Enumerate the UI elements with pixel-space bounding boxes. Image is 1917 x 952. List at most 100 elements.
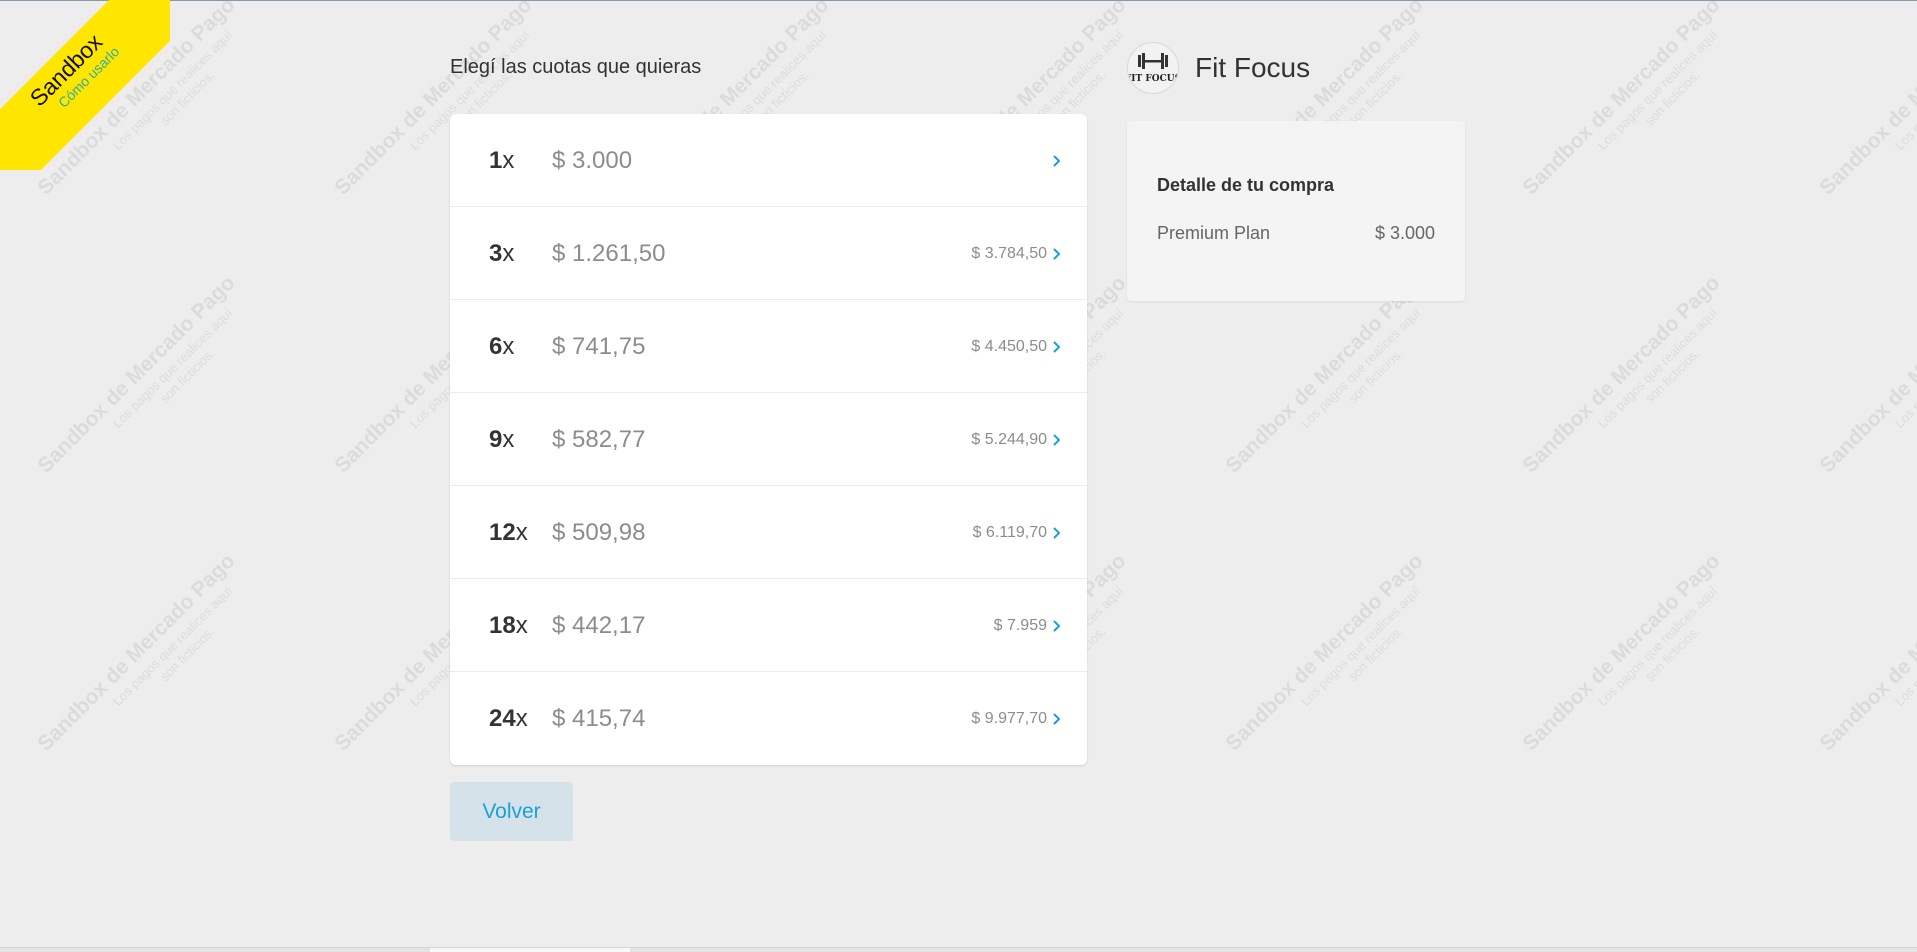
- summary-item-name: Premium Plan: [1157, 223, 1271, 243]
- watermark-tile: Sandbox de Mercado PagoLos pagos que rea…: [1507, 538, 1804, 835]
- watermark-tile: Sandbox de Mercado PagoLos pagos que rea…: [1804, 260, 1917, 557]
- watermark-tile: Sandbox de Mercado PagoLos pagos que rea…: [1210, 260, 1507, 557]
- watermark-line: son ficticios.: [1883, 289, 1917, 463]
- installment-count-suffix: x: [515, 519, 528, 546]
- watermark-title: Sandbox de Mercado Pago: [1815, 271, 1917, 478]
- installments-title: Elegí las cuotas que quieras: [450, 56, 702, 78]
- installment-amount: $ 582,77: [552, 426, 646, 453]
- installment-amount: $ 415,74: [552, 705, 646, 732]
- watermark-line: son ficticios.: [1641, 345, 1703, 407]
- installment-total: $ 7.959: [993, 617, 1047, 634]
- chevron-right-icon: [1053, 620, 1060, 632]
- watermark-line: son ficticios.: [156, 623, 218, 685]
- installment-option[interactable]: 9x $ 582,77 $ 5.244,90: [450, 393, 1087, 486]
- installment-count-suffix: x: [515, 612, 528, 639]
- installment-count: 1x: [489, 147, 514, 175]
- installment-amount: $ 1.261,50: [552, 240, 666, 267]
- purchase-summary-card: Detalle de tu compra Premium Plan $ 3.00…: [1127, 121, 1465, 301]
- chevron-right-icon: [1053, 527, 1060, 539]
- watermark-tile: Sandbox de Mercado PagoLos pagos que rea…: [1804, 538, 1917, 835]
- installment-count-suffix: x: [502, 147, 515, 174]
- installment-option[interactable]: 24x $ 415,74 $ 9.977,70: [450, 672, 1087, 765]
- installment-amount: $ 509,98: [552, 519, 646, 546]
- watermark-line: son ficticios.: [1641, 67, 1703, 129]
- installment-count-suffix: x: [502, 333, 515, 360]
- watermark-title: Sandbox de Mercado Pago: [1518, 549, 1725, 756]
- installment-count-number: 1: [489, 147, 503, 174]
- installment-count-number: 12: [489, 519, 516, 546]
- installment-option[interactable]: 6x $ 741,75 $ 4.450,50: [450, 300, 1087, 393]
- watermark-line: Los pagos que realices aquí: [1891, 27, 1917, 153]
- bottom-scrollbar-track: [0, 947, 1917, 952]
- watermark-line: son ficticios.: [1641, 623, 1703, 685]
- watermark-title: Sandbox de Mercado Pago: [1221, 549, 1428, 756]
- bottom-scrollbar-thumb[interactable]: [430, 948, 630, 952]
- watermark-line: son ficticios.: [1883, 11, 1917, 185]
- chevron-right-icon: [1053, 248, 1060, 260]
- watermark-title: Sandbox de Mercado Pago: [33, 549, 240, 756]
- installment-count-number: 3: [489, 240, 503, 267]
- installment-option[interactable]: 12x $ 509,98 $ 6.119,70: [450, 486, 1087, 579]
- sandbox-ribbon: Sandbox Cómo usarlo: [0, 0, 170, 170]
- installment-count-suffix: x: [502, 240, 515, 267]
- summary-item-price: $ 3.000: [1374, 223, 1435, 243]
- watermark-line: Los pagos que realices aquí: [1594, 583, 1721, 709]
- chevron-right-icon: [1053, 713, 1060, 725]
- watermark-tile: Sandbox de Mercado PagoLos pagos que rea…: [22, 538, 319, 835]
- installment-count: 3x: [489, 240, 514, 268]
- installment-total: $ 5.244,90: [971, 431, 1047, 448]
- watermark-tile: Sandbox de Mercado PagoLos pagos que rea…: [1507, 0, 1804, 278]
- installment-total: $ 4.450,50: [971, 338, 1047, 355]
- watermark-line: Los pagos que realices aquí: [1594, 305, 1721, 431]
- watermark-title: Sandbox de Mercado Pago: [1815, 0, 1917, 200]
- installment-count-number: 9: [489, 426, 503, 453]
- watermark-tile: Sandbox de Mercado PagoLos pagos que rea…: [22, 260, 319, 557]
- installment-count: 6x: [489, 333, 514, 361]
- watermark-line: Los pagos que realices aquí: [1297, 305, 1424, 431]
- back-button[interactable]: Volver: [450, 782, 573, 841]
- installments-list: 1x $ 3.000 3x $ 1.261,50 $ 3.784,50 6x $…: [450, 114, 1087, 765]
- watermark-line: Los pagos que realices aquí: [109, 305, 236, 431]
- watermark-line: son ficticios.: [1883, 567, 1917, 741]
- watermark-line: Los pagos que realices aquí: [1594, 27, 1721, 153]
- merchant-logo-text: FIT FOCUS: [1128, 74, 1178, 84]
- installment-option[interactable]: 3x $ 1.261,50 $ 3.784,50: [450, 207, 1087, 300]
- installment-count: 12x: [489, 519, 528, 547]
- installment-total: $ 6.119,70: [972, 524, 1047, 541]
- watermark-line: son ficticios.: [1344, 345, 1406, 407]
- merchant-logo: FIT FOCUS: [1127, 42, 1179, 94]
- installment-count-number: 24: [489, 705, 516, 732]
- watermark-title: Sandbox de Mercado Pago: [1815, 549, 1917, 756]
- installment-amount: $ 442,17: [552, 612, 646, 639]
- sandbox-ribbon-band: Sandbox Cómo usarlo: [0, 0, 170, 170]
- watermark-line: Los pagos que realices aquí: [1891, 305, 1917, 431]
- watermark-title: Sandbox de Mercado Pago: [1518, 0, 1725, 200]
- installment-option[interactable]: 1x $ 3.000: [450, 114, 1087, 207]
- watermark-line: Los pagos que realices aquí: [1891, 583, 1917, 709]
- top-border: [0, 0, 1917, 1]
- installment-count-number: 18: [489, 612, 516, 639]
- installment-option[interactable]: 18x $ 442,17 $ 7.959: [450, 579, 1087, 672]
- installment-count-suffix: x: [502, 426, 515, 453]
- how-to-use-link[interactable]: Cómo usarlo: [0, 0, 170, 170]
- watermark-tile: Sandbox de Mercado PagoLos pagos que rea…: [1507, 260, 1804, 557]
- installment-count: 18x: [489, 612, 528, 640]
- watermark-tile: Sandbox de Mercado PagoLos pagos que rea…: [1210, 538, 1507, 835]
- chevron-right-icon: [1053, 155, 1060, 167]
- chevron-right-icon: [1053, 434, 1060, 446]
- watermark-line: Los pagos que realices aquí: [1297, 583, 1424, 709]
- watermark-title: Sandbox de Mercado Pago: [1518, 271, 1725, 478]
- watermark-title: Sandbox de Mercado Pago: [33, 271, 240, 478]
- watermark-line: Los pagos que realices aquí: [109, 583, 236, 709]
- installment-total: $ 9.977,70: [971, 710, 1047, 727]
- chevron-right-icon: [1053, 341, 1060, 353]
- watermark-tile: Sandbox de Mercado PagoLos pagos que rea…: [1804, 0, 1917, 278]
- installment-count-number: 6: [489, 333, 503, 360]
- watermark-line: son ficticios.: [1344, 623, 1406, 685]
- installment-count: 9x: [489, 426, 514, 454]
- installment-total: $ 3.784,50: [971, 245, 1047, 262]
- merchant-name: Fit Focus: [1195, 52, 1311, 83]
- watermark-line: son ficticios.: [156, 345, 218, 407]
- summary-title: Detalle de tu compra: [1157, 175, 1335, 195]
- installment-amount: $ 741,75: [552, 333, 646, 360]
